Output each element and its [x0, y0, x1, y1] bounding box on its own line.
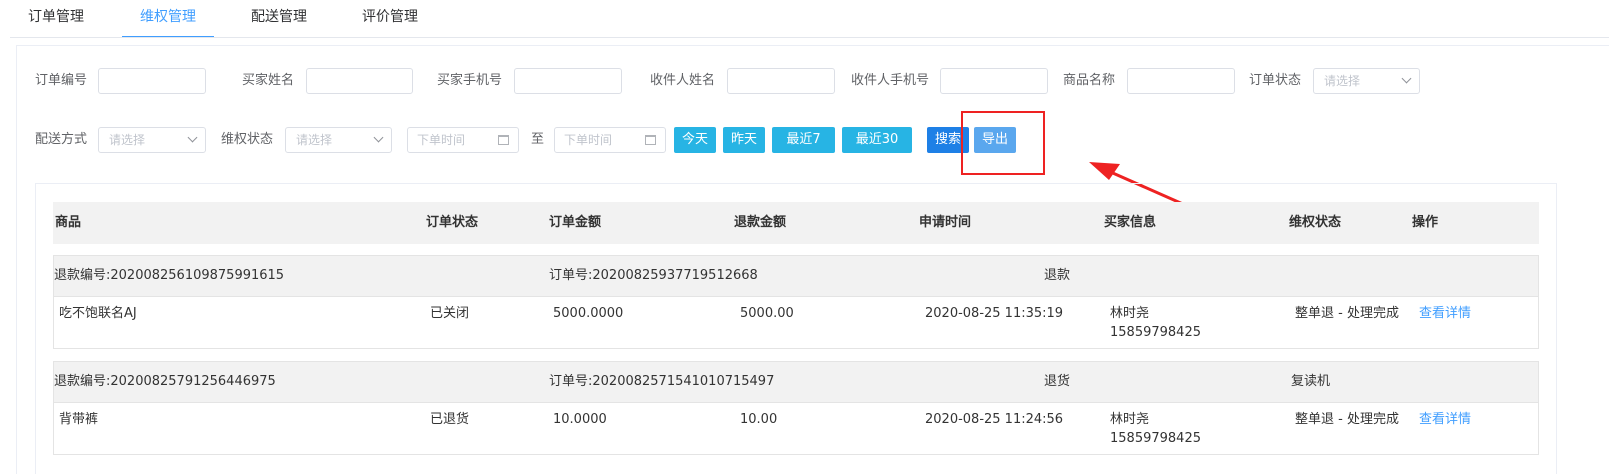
refund-amount: 5000.00: [740, 306, 794, 321]
tab-order-management[interactable]: 订单管理: [28, 0, 84, 38]
buyer-phone: 15859798425: [1110, 325, 1201, 340]
refund-number: 退款编号:20200825791256446975: [54, 374, 276, 389]
dispute-type: 退货: [1044, 374, 1071, 389]
apply-time: 2020-08-25 11:24:56: [925, 412, 1064, 427]
calendar-icon: [645, 135, 656, 145]
product-name: 背带裤: [59, 412, 99, 427]
buyer-phone-label: 买家手机号: [437, 73, 503, 88]
buyer-name: 林时尧: [1110, 412, 1150, 427]
row-header: 退款编号:20200825610987599161​5 订单号:20200825…: [54, 256, 1538, 297]
highlight-box: [961, 111, 1045, 175]
order-status: 已关闭: [430, 306, 470, 321]
start-date-picker[interactable]: 下单时间: [407, 127, 519, 153]
product-name-label: 商品名称: [1063, 73, 1116, 88]
header-product: 商品: [55, 215, 82, 230]
dispute-status: 整单退 - 处理完成: [1295, 306, 1399, 321]
order-no-label: 订单编号: [35, 73, 88, 88]
buyer-phone-input[interactable]: [514, 68, 622, 94]
dispute-status-label: 维权状态: [221, 132, 274, 147]
order-status-select[interactable]: 请选择: [1313, 68, 1420, 94]
start-date-placeholder: 下单时间: [417, 133, 466, 147]
last-30-days-button[interactable]: 最近30天: [842, 127, 912, 173]
chevron-down-icon: [187, 132, 198, 143]
order-status-placeholder: 请选择: [1324, 74, 1361, 88]
order-status: 已退货: [430, 412, 470, 427]
order-amount: 10.0000: [553, 412, 607, 427]
table-row: 退款编号:20200825610987599161​5 订单号:20200825…: [53, 255, 1539, 349]
end-date-placeholder: 下单时间: [564, 133, 613, 147]
receiver-name-label: 收件人姓名: [650, 73, 716, 88]
header-action: 操作: [1412, 215, 1439, 230]
view-details-link[interactable]: 查看详情: [1419, 304, 1471, 323]
dispute-extra: 复读机: [1291, 374, 1331, 389]
yesterday-button[interactable]: 昨天: [723, 127, 765, 153]
header-buyer-info: 买家信息: [1104, 215, 1157, 230]
order-number: 订单号:20200825937719512668: [549, 268, 758, 283]
order-amount: 5000.0000: [553, 306, 624, 321]
delivery-method-label: 配送方式: [35, 132, 88, 147]
refund-amount: 10.00: [740, 412, 778, 427]
buyer-name-label: 买家姓名: [242, 73, 295, 88]
product-name-input[interactable]: [1127, 68, 1235, 94]
dispute-type: 退款: [1044, 268, 1071, 283]
last-7-days-button[interactable]: 最近7天: [772, 127, 835, 173]
view-details-link[interactable]: 查看详情: [1419, 410, 1471, 429]
dispute-status-placeholder: 请选择: [296, 133, 333, 147]
date-range-separator: 至: [531, 132, 545, 147]
delivery-method-select[interactable]: 请选择: [98, 127, 206, 153]
order-no-input[interactable]: [98, 68, 206, 94]
header-order-status: 订单状态: [426, 215, 479, 230]
header-refund-amount: 退款金额: [734, 215, 787, 230]
chevron-down-icon: [373, 132, 384, 143]
buyer-phone: 15859798425: [1110, 431, 1201, 446]
dispute-status: 整单退 - 处理完成: [1295, 412, 1399, 427]
header-order-amount: 订单金额: [549, 215, 602, 230]
refund-number: 退款编号:20200825610987599161​5: [54, 268, 285, 283]
receiver-phone-input[interactable]: [940, 68, 1048, 94]
tab-review-management[interactable]: 评价管理: [362, 0, 418, 38]
today-button[interactable]: 今天: [674, 127, 716, 153]
table-header: 商品 订单状态 订单金额 退款金额 申请时间 买家信息 维权状态 操作: [53, 202, 1539, 244]
calendar-icon: [498, 135, 509, 145]
tab-delivery-management[interactable]: 配送管理: [251, 0, 307, 38]
end-date-picker[interactable]: 下单时间: [554, 127, 666, 153]
dispute-status-select[interactable]: 请选择: [285, 127, 392, 153]
table-row: 退款编号:20200825791256446975 订单号:2020082571…: [53, 361, 1539, 455]
header-apply-time: 申请时间: [919, 215, 972, 230]
order-status-label: 订单状态: [1249, 73, 1302, 88]
top-tab-bar: 订单管理 维权管理 配送管理 评价管理: [0, 0, 1609, 38]
receiver-name-input[interactable]: [727, 68, 835, 94]
order-number: 订单号:202008257154101071​5497: [549, 374, 775, 389]
delivery-method-placeholder: 请选择: [109, 133, 146, 147]
tab-dispute-management[interactable]: 维权管理: [122, 0, 214, 38]
product-name: 吃不饱联名AJ: [59, 306, 137, 321]
row-header: 退款编号:20200825791256446975 订单号:2020082571…: [54, 362, 1538, 403]
buyer-name: 林时尧: [1110, 306, 1150, 321]
chevron-down-icon: [1401, 73, 1412, 84]
receiver-phone-label: 收件人手机号: [851, 73, 930, 88]
apply-time: 2020-08-25 11:35:19: [925, 306, 1064, 321]
buyer-name-input[interactable]: [306, 68, 413, 94]
header-dispute-status: 维权状态: [1289, 215, 1342, 230]
tab-divider: [10, 37, 1609, 38]
